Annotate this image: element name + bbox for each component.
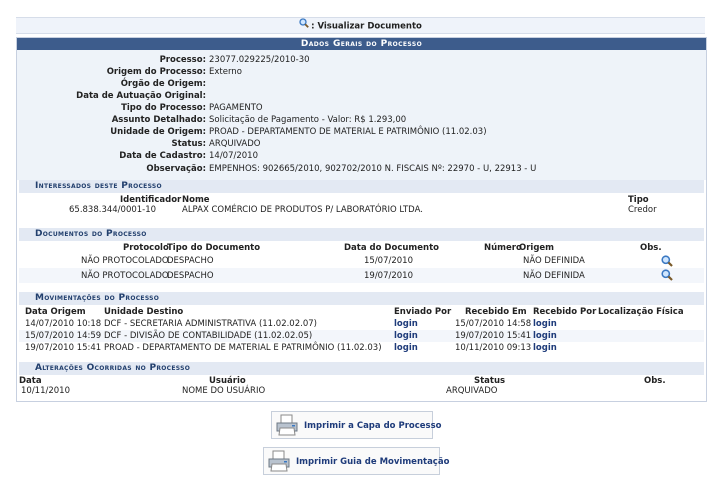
- col-recebido-por: Recebido Por: [533, 307, 597, 317]
- alteracoes-title: Alterações Ocorridas no Processo: [19, 362, 704, 375]
- general-data-section: Processo: 23077.029225/2010-30 Origem do …: [17, 50, 706, 180]
- alteracoes-section: Alterações Ocorridas no Processo Data Us…: [19, 362, 704, 398]
- col-obs: Obs.: [640, 243, 662, 253]
- magnifier-icon: [299, 18, 309, 34]
- recebido-por-link[interactable]: login: [533, 331, 557, 341]
- col-data: Data: [19, 376, 42, 386]
- col-nome: Nome: [182, 195, 210, 205]
- col-data-documento: Data do Documento: [344, 243, 439, 253]
- field-data-autuacao: Data de Autuação Original:: [76, 91, 206, 101]
- col-identificador: Identificador: [120, 195, 182, 205]
- table-row: 65.838.344/0001-10 ALPAX COMÉRCIO DE PRO…: [69, 205, 657, 215]
- enviado-por-link[interactable]: login: [394, 343, 418, 353]
- col-localizacao: Localização Física: [598, 307, 684, 317]
- col-origem: Origem: [519, 243, 555, 253]
- documentos-title: Documentos do Processo: [19, 228, 704, 241]
- table-row: 14/07/2010 10:18 DCF - SECRETARIA ADMINI…: [25, 319, 557, 329]
- field-assunto: Assunto Detalhado: Solicitação de Pagamen…: [111, 115, 407, 125]
- process-details-panel: Dados Gerais do Processo Processo: 23077.…: [16, 37, 707, 402]
- field-unidade-origem: Unidade de Origem: PROAD - DEPARTAMENTO D…: [110, 127, 487, 137]
- field-processo: Processo: 23077.029225/2010-30: [159, 55, 310, 65]
- magnifier-icon[interactable]: [661, 269, 673, 284]
- table-row: 19/07/2010 15:41 PROAD - DEPARTAMENTO DE…: [25, 343, 557, 353]
- col-protocolo: Protocolo: [123, 243, 169, 253]
- legend-text: : Visualizar Documento: [311, 21, 422, 32]
- recebido-por-link[interactable]: login: [533, 319, 557, 329]
- enviado-por-link[interactable]: login: [394, 331, 418, 341]
- field-observacao: Observação: EMPENHOS: 902665/2010, 902702…: [146, 164, 537, 174]
- field-origem-processo: Origem do Processo: Externo: [106, 67, 242, 77]
- field-status: Status: ARQUIVADO: [171, 139, 261, 149]
- legend-bar: : Visualizar Documento: [16, 17, 705, 34]
- col-data-origem: Data Origem: [25, 307, 86, 317]
- field-orgao-origem: Órgão de Origem:: [120, 79, 206, 89]
- table-row: 15/07/2010 14:59 DCF - DIVISÃO DE CONTAB…: [19, 330, 704, 342]
- print-cover-button[interactable]: Imprimir a Capa do Processo: [271, 411, 442, 439]
- documentos-section: Documentos do Processo Protocolo Tipo do…: [19, 228, 704, 284]
- col-usuario: Usuário: [209, 376, 246, 386]
- interessados-section: Interessados deste Processo Identificado…: [19, 180, 704, 218]
- col-status: Status: [474, 376, 506, 386]
- col-enviado-por: Enviado Por: [394, 307, 452, 317]
- col-numero: Número: [484, 243, 522, 253]
- col-tipo-documento: Tipo do Documento: [167, 243, 261, 253]
- col-recebido-em: Recebido Em: [465, 307, 527, 317]
- table-row: 10/11/2010 NOME DO USUÁRIO ARQUIVADO: [21, 386, 498, 396]
- main-section-title: Dados Gerais do Processo: [17, 38, 706, 50]
- enviado-por-link[interactable]: login: [394, 319, 418, 329]
- col-tipo: Tipo: [628, 195, 649, 205]
- recebido-por-link[interactable]: login: [533, 343, 557, 353]
- table-row: NÃO PROTOCOLADO DESPACHO 15/07/2010 NÃO …: [19, 254, 704, 268]
- printer-icon: [268, 450, 290, 472]
- table-row: NÃO PROTOCOLADO DESPACHO 19/07/2010 NÃO …: [19, 268, 704, 283]
- print-guide-button[interactable]: Imprimir Guia de Movimentação: [263, 447, 449, 475]
- field-tipo-processo: Tipo do Processo: PAGAMENTO: [121, 103, 263, 113]
- printer-icon: [276, 414, 298, 436]
- col-obs: Obs.: [644, 376, 666, 386]
- field-data-cadastro: Data de Cadastro: 14/07/2010: [119, 151, 258, 161]
- interessados-title: Interessados deste Processo: [19, 180, 704, 193]
- movimentacoes-section: Movimentações do Processo Data Origem Un…: [19, 292, 704, 359]
- col-unidade-destino: Unidade Destino: [104, 307, 184, 317]
- movimentacoes-title: Movimentações do Processo: [19, 292, 704, 305]
